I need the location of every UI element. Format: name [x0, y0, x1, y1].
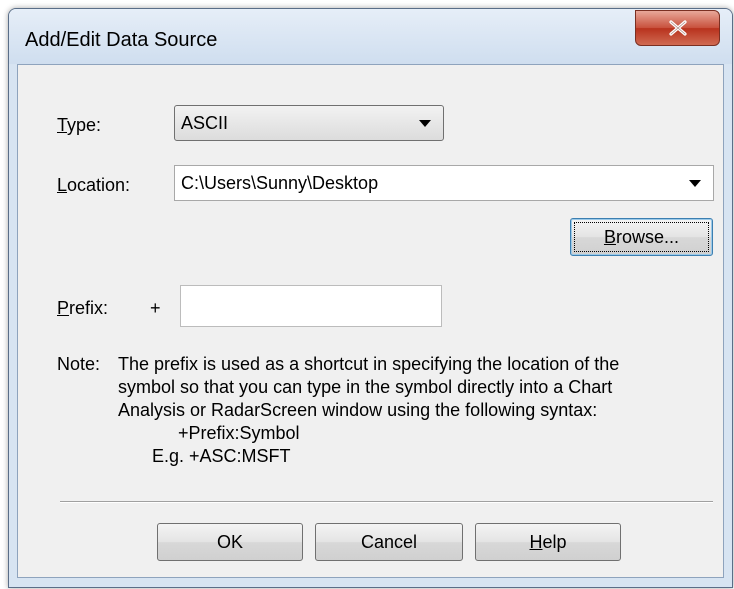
ok-button[interactable]: OK: [157, 523, 303, 561]
note-syntax: +Prefix:Symbol: [178, 423, 300, 443]
prefix-plus-sign: +: [150, 298, 161, 318]
type-dropdown[interactable]: ASCII: [174, 105, 444, 141]
title-bar[interactable]: Add/Edit Data Source: [9, 9, 732, 64]
dialog-window: Add/Edit Data Source Type: ASCII Locatio…: [8, 8, 733, 588]
close-button[interactable]: [635, 10, 720, 46]
cancel-button[interactable]: Cancel: [315, 523, 463, 561]
close-icon: [668, 20, 687, 36]
note-line-2: symbol so that you can type in the symbo…: [118, 377, 613, 397]
prefix-input[interactable]: [180, 285, 442, 327]
prefix-label: Prefix:: [57, 298, 109, 318]
note-example: E.g. +ASC:MSFT: [152, 446, 291, 466]
type-label: Type:: [57, 115, 102, 135]
note-line-3: Analysis or RadarScreen window using the…: [118, 400, 598, 420]
location-value: C:\Users\Sunny\Desktop: [181, 173, 379, 193]
note-line-1: The prefix is used as a shortcut in spec…: [118, 354, 620, 374]
help-button[interactable]: Help: [475, 523, 621, 561]
location-combobox[interactable]: C:\Users\Sunny\Desktop: [174, 165, 714, 201]
dialog-title: Add/Edit Data Source: [25, 29, 218, 51]
chevron-down-icon: [689, 180, 701, 187]
location-label: Location:: [57, 175, 131, 195]
type-value: ASCII: [181, 113, 229, 133]
dialog-body: Type: ASCII Location: C:\Users\Sunny\Des…: [17, 64, 724, 578]
chevron-down-icon: [419, 120, 431, 127]
note-lead: Note:: [57, 354, 101, 374]
separator: [60, 501, 713, 503]
browse-button[interactable]: Browse...: [570, 218, 713, 256]
focus-rectangle: [574, 222, 709, 252]
